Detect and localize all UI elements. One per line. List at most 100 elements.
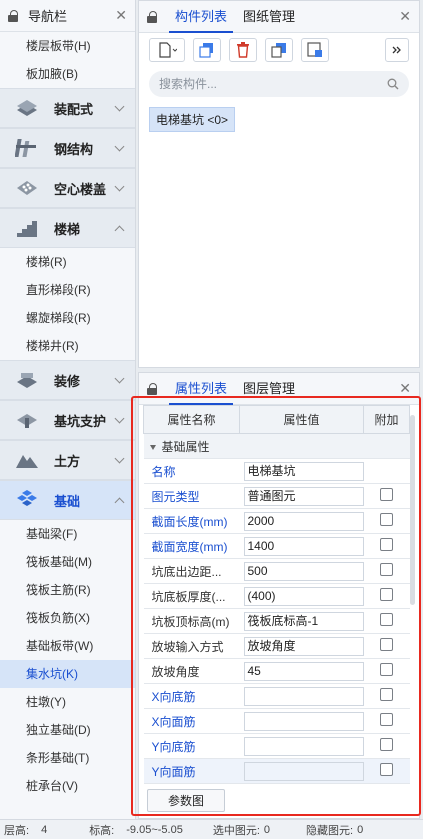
pin-icon[interactable] — [8, 9, 18, 22]
property-row[interactable]: Y向面筋 — [143, 758, 410, 784]
nav-item-isolated-footing[interactable]: 独立基础(D) — [0, 716, 135, 744]
close-icon[interactable]: ✕ — [399, 8, 411, 25]
tab-property-list[interactable]: 属性列表 — [169, 373, 234, 405]
search-icon[interactable] — [387, 78, 399, 90]
copy-button[interactable] — [193, 38, 221, 62]
attach-checkbox[interactable] — [380, 663, 393, 676]
attach-checkbox[interactable] — [380, 688, 393, 701]
property-name: 截面宽度(mm) — [143, 533, 240, 559]
nav-item-floor-band[interactable]: 楼层板带(H) — [0, 32, 135, 60]
property-value-field[interactable]: (400) — [243, 586, 364, 606]
property-row[interactable]: 图元类型 普通图元 — [143, 483, 410, 509]
property-group-row[interactable]: 基础属性 — [143, 433, 410, 459]
property-value-field[interactable]: 45 — [243, 661, 364, 681]
pin-icon[interactable] — [147, 382, 157, 395]
more-button[interactable] — [385, 38, 409, 62]
property-row[interactable]: 截面宽度(mm) 1400 — [143, 533, 410, 559]
nav-group-earthwork[interactable]: 土方 — [0, 440, 135, 480]
nav-item-foundation-beam[interactable]: 基础梁(F) — [0, 520, 135, 548]
property-row[interactable]: 坑板顶标高(m) 筏板底标高-1 — [143, 608, 410, 634]
nav-item-column-pier[interactable]: 柱墩(Y) — [0, 688, 135, 716]
nav-group-hollow-slab[interactable]: 空心楼盖 — [0, 168, 135, 208]
close-icon[interactable]: ✕ — [399, 380, 411, 397]
new-component-button[interactable] — [149, 38, 185, 62]
nav-item-sump-pit[interactable]: 集水坑(K) — [0, 660, 135, 688]
attach-checkbox[interactable] — [380, 763, 393, 776]
property-value-field[interactable]: 电梯基坑 — [243, 461, 364, 481]
stairs-icon — [14, 216, 40, 240]
property-row[interactable]: 坑底板厚度(... (400) — [143, 583, 410, 609]
property-row[interactable]: X向面筋 — [143, 708, 410, 734]
pin-icon[interactable] — [147, 10, 157, 23]
chevron-down-icon — [114, 373, 125, 383]
attach-checkbox[interactable] — [380, 613, 393, 626]
copy-to-floor-button[interactable] — [265, 38, 293, 62]
property-value-field[interactable]: 放坡角度 — [243, 636, 364, 656]
property-value-field[interactable]: 500 — [243, 561, 364, 581]
attach-checkbox[interactable] — [380, 513, 393, 526]
nav-item-spiral-flight[interactable]: 螺旋梯段(R) — [0, 304, 135, 332]
property-value-field[interactable]: 筏板底标高-1 — [243, 611, 364, 631]
nav-item-pile-cap[interactable]: 桩承台(V) — [0, 772, 135, 800]
attach-checkbox[interactable] — [380, 638, 393, 651]
attach-checkbox[interactable] — [380, 538, 393, 551]
property-row[interactable]: X向底筋 — [143, 683, 410, 709]
property-row[interactable]: Y向底筋 — [143, 733, 410, 759]
property-name: X向面筋 — [143, 708, 240, 734]
nav-header: 导航栏 ✕ — [0, 0, 135, 32]
property-row[interactable]: 坑底出边距... 500 — [143, 558, 410, 584]
property-value-field[interactable] — [243, 736, 364, 756]
property-row[interactable]: 放坡角度 45 — [143, 658, 410, 684]
nav-group-steel[interactable]: 钢结构 — [0, 128, 135, 168]
property-value-field[interactable]: 2000 — [243, 511, 364, 531]
parameter-drawing-button[interactable]: 参数图 — [147, 789, 225, 812]
nav-item-stair[interactable]: 楼梯(R) — [0, 248, 135, 276]
nav-item-strip-footing[interactable]: 条形基础(T) — [0, 744, 135, 772]
nav-item-raft-neg-rebar[interactable]: 筏板负筋(X) — [0, 604, 135, 632]
attach-checkbox[interactable] — [380, 488, 393, 501]
component-item[interactable]: 电梯基坑 <0> — [149, 107, 236, 132]
attach-checkbox[interactable] — [380, 563, 393, 576]
nav-group-stairs[interactable]: 楼梯 — [0, 208, 135, 248]
close-icon[interactable]: ✕ — [115, 7, 127, 24]
copy-icon — [199, 43, 213, 58]
search-input[interactable] — [159, 77, 387, 91]
nav-group-prefab[interactable]: 装配式 — [0, 88, 135, 128]
floor-height-label: 层高: — [4, 824, 30, 837]
property-value-field[interactable] — [243, 711, 364, 731]
floor-height-value: 4 — [41, 823, 48, 836]
property-value-field[interactable] — [243, 761, 364, 781]
double-chevron-right-icon — [392, 46, 401, 54]
attach-checkbox[interactable] — [380, 738, 393, 751]
attach-checkbox[interactable] — [380, 588, 393, 601]
attach-checkbox[interactable] — [380, 713, 393, 726]
nav-item-raft-foundation[interactable]: 筏板基础(M) — [0, 548, 135, 576]
filter-button[interactable] — [301, 38, 329, 62]
property-name: 名称 — [143, 458, 240, 484]
property-row[interactable]: 放坡输入方式 放坡角度 — [143, 633, 410, 659]
property-row[interactable]: 截面长度(mm) 2000 — [143, 508, 410, 534]
nav-group-label: 装配式 — [54, 101, 94, 117]
tab-drawing-management[interactable]: 图纸管理 — [237, 1, 301, 33]
property-value-field[interactable] — [243, 686, 364, 706]
nav-item-raft-main-rebar[interactable]: 筏板主筋(R) — [0, 576, 135, 604]
nav-item-slab-haunch[interactable]: 板加腋(B) — [0, 60, 135, 88]
nav-item-straight-flight[interactable]: 直形梯段(R) — [0, 276, 135, 304]
vertical-scrollbar[interactable] — [410, 415, 415, 605]
property-name: Y向底筋 — [143, 733, 240, 759]
tab-component-list[interactable]: 构件列表 — [169, 1, 234, 33]
nav-group-foundation[interactable]: 基础 — [0, 480, 135, 520]
nav-group-pit-support[interactable]: 基坑支护 — [0, 400, 135, 440]
nav-item-foundation-band[interactable]: 基础板带(W) — [0, 632, 135, 660]
header-property-value: 属性值 — [239, 405, 364, 434]
tab-layer-management[interactable]: 图层管理 — [237, 373, 301, 405]
nav-item-stairwell[interactable]: 楼梯井(R) — [0, 332, 135, 360]
delete-button[interactable] — [229, 38, 257, 62]
trash-icon — [237, 42, 249, 58]
property-row[interactable]: 名称 电梯基坑 — [143, 458, 410, 484]
chevron-down-icon — [114, 453, 125, 463]
nav-group-decoration[interactable]: 装修 — [0, 360, 135, 400]
property-value-field[interactable]: 普通图元 — [243, 486, 364, 506]
collapse-triangle-icon[interactable] — [149, 444, 156, 450]
property-value-field[interactable]: 1400 — [243, 536, 364, 556]
